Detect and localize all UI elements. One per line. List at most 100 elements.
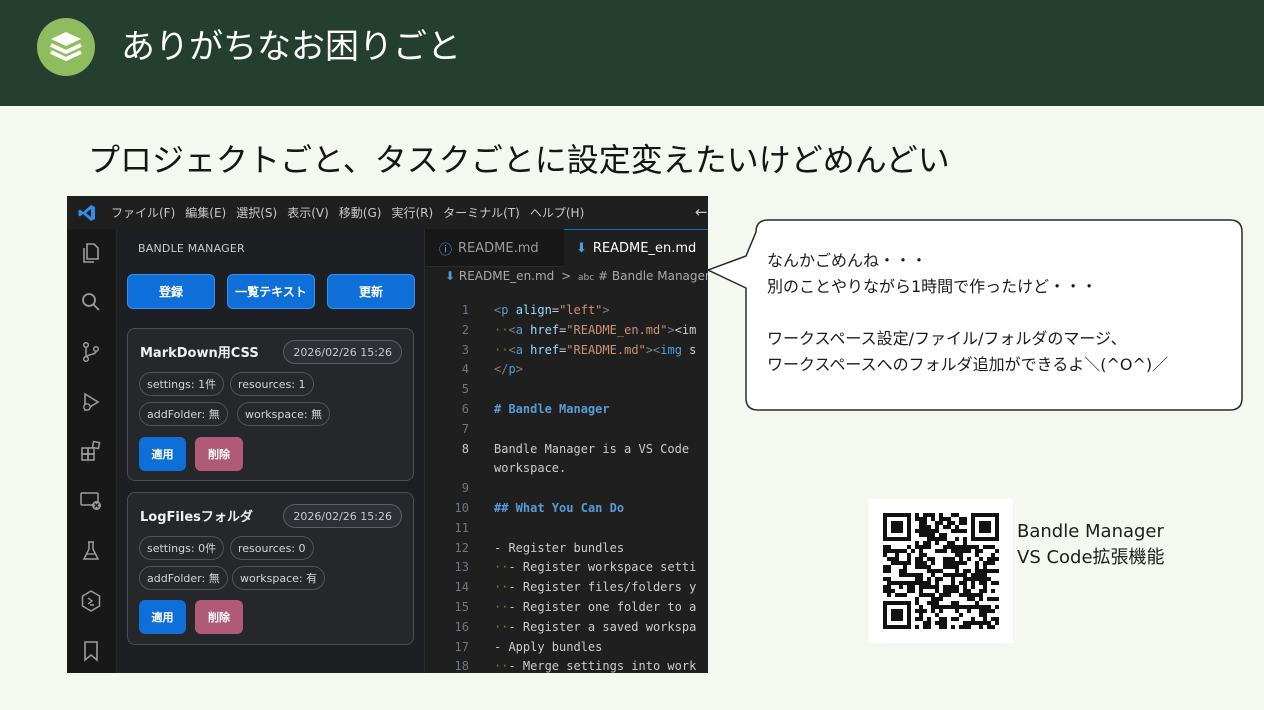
bubble-line: ワークスペースへのフォルダ追加ができるよ＼(^O^)／ [767,355,1169,374]
back-arrow-icon[interactable]: ← [695,203,708,221]
refresh-button[interactable]: 更新 [327,274,415,309]
bandle-manager-icon[interactable] [79,589,103,613]
bandle-manager-sidebar: BANDLE MANAGER 登録 一覧テキスト 更新 MarkDown用CSS… [117,229,425,673]
info-icon: ⓘ [439,242,453,258]
line-number: 9 [461,481,469,496]
code-text: workspace. [494,461,567,476]
menu-file[interactable]: ファイル(F) [111,204,175,221]
code-text: # Bandle Manager [494,402,610,416]
line-number: 18 [454,659,469,673]
remote-explorer-icon[interactable] [79,489,103,513]
code-line[interactable]: 9 [425,481,708,501]
code-line[interactable]: 8 Bandle Manager is a VS Code [425,442,708,462]
menu-run[interactable]: 実行(R) [391,204,433,221]
source-control-icon[interactable] [79,340,103,364]
vscode-window: ファイル(F) 編集(E) 選択(S) 表示(V) 移動(G) 実行(R) ター… [67,196,708,673]
menu-selection[interactable]: 選択(S) [236,204,277,221]
bookmark-icon[interactable] [79,639,103,663]
code-text: - Register bundles [494,540,625,555]
tab-readme[interactable]: ⓘ README.md [439,229,555,267]
breadcrumb-section[interactable]: # Bandle Manager [598,269,708,283]
list-text-button[interactable]: 一覧テキスト [227,274,315,309]
code-line[interactable]: 10 ## What You Can Do [425,501,708,521]
layers-logo-icon [37,18,95,76]
code-text: - Apply bundles [494,639,603,654]
code-line[interactable]: 18 ··- Merge settings into work [425,659,708,673]
code-line[interactable]: 3 ··<a href="README.md"><img s [425,343,708,363]
slide-subtitle: プロジェクトごと、タスクごとに設定変えたいけどめんどい [88,141,950,179]
line-number: 14 [454,580,469,595]
qr-caption-line: Bandle Manager [1017,521,1164,542]
apply-button[interactable]: 適用 [139,600,186,634]
bubble-line: 別のことやりながら1時間で作ったけど・・・ [767,277,1098,296]
add-folder-chip: addFolder: 無 [139,402,228,426]
tab-label: README.md [458,240,539,256]
line-number: 5 [461,382,469,397]
code-line[interactable]: 7 [425,422,708,442]
line-number: 4 [461,362,469,377]
workspace-chip: workspace: 無 [237,402,331,426]
code-line[interactable]: 14 ··- Register files/folders y [425,580,708,600]
bundle-name: MarkDown用CSS [140,346,259,361]
menu-go[interactable]: 移動(G) [339,204,382,221]
code-line[interactable]: 6 # Bandle Manager [425,402,708,422]
qr-code-image [883,513,999,629]
code-line[interactable]: 2 ··<a href="README_en.md"><im [425,323,708,343]
extensions-icon[interactable] [79,439,103,463]
tab-readme-en[interactable]: ⬇ README_en.md [564,229,708,267]
code-text: ··- Register a saved workspa [494,619,697,634]
code-line[interactable]: 15 ··- Register one folder to a [425,600,708,620]
search-icon[interactable] [79,290,103,314]
menu-terminal[interactable]: ターミナル(T) [443,204,520,221]
menu-help[interactable]: ヘルプ(H) [530,204,584,221]
code-text: ··<a href="README_en.md"><im [494,322,697,337]
code-line[interactable]: 12 - Register bundles [425,541,708,561]
editor-tabs: ⓘ README.md ⬇ README_en.md [425,229,708,267]
code-line[interactable]: 13 ··- Register workspace setti [425,560,708,580]
breadcrumb-separator: > [561,269,572,283]
heading-symbol-icon: abc [578,273,595,283]
code-text: ··- Register files/folders y [494,580,697,595]
menu-bar: ファイル(F) 編集(E) 選択(S) 表示(V) 移動(G) 実行(R) ター… [67,196,708,229]
delete-button[interactable]: 削除 [195,600,243,634]
code-line[interactable]: 1 <p align="left"> [425,303,708,323]
code-text: <p align="left"> [494,303,610,317]
slide-header: ありがちなお困りごと [0,0,1264,106]
code-text: ··- Merge settings into work [494,659,697,673]
qr-caption: Bandle Manager VS Code拡張機能 [1017,519,1165,571]
code-line[interactable]: 11 [425,521,708,541]
bubble-line: ワークスペース設定/ファイル/フォルダのマージ、 [767,329,1127,348]
breadcrumb-file[interactable]: README_en.md [459,269,554,283]
menu-edit[interactable]: 編集(E) [185,204,226,221]
code-line[interactable]: 4 </p> [425,362,708,382]
run-debug-icon[interactable] [79,390,103,414]
code-line[interactable]: 5 [425,382,708,402]
register-button[interactable]: 登録 [127,274,215,309]
code-text: ··- Register one folder to a [494,600,697,614]
markdown-file-icon: ⬇ [445,269,459,283]
resources-chip: resources: 0 [230,536,314,560]
code-line[interactable]: 16 ··- Register a saved workspa [425,620,708,640]
line-number: 17 [454,639,469,654]
line-number: 12 [454,540,469,555]
qr-caption-line: VS Code拡張機能 [1017,547,1165,568]
testing-flask-icon[interactable] [79,539,103,563]
code-line[interactable]: workspace. [425,461,708,481]
menu-view[interactable]: 表示(V) [287,204,329,221]
line-number: 8 [461,441,469,456]
bubble-line: なんかごめんね・・・ [767,251,928,270]
sidebar-title: BANDLE MANAGER [138,242,245,255]
code-line[interactable]: 17 - Apply bundles [425,640,708,660]
code-text: ··- Register workspace setti [494,560,697,575]
line-number: 2 [461,322,469,337]
bundle-name: LogFilesフォルダ [140,510,253,525]
explorer-icon[interactable] [79,241,103,265]
slide-title: ありがちなお困りごと [121,27,461,67]
activity-bar [67,229,117,673]
code-area[interactable]: 1 <p align="left"> 2 ··<a href="README_en.m… [425,301,708,673]
settings-chip: settings: 1件 [139,372,225,396]
line-number: 1 [461,303,469,317]
bundle-card: LogFilesフォルダ 2026/02/26 15:26 settings: … [127,492,414,645]
apply-button[interactable]: 適用 [139,437,186,471]
delete-button[interactable]: 削除 [195,437,243,471]
